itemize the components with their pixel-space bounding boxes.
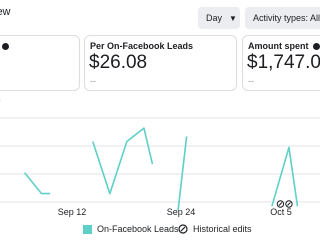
day-dropdown-label: Day xyxy=(206,13,223,23)
legend-label: Historical edits xyxy=(193,224,252,234)
chart-axis-fragment: s xyxy=(0,94,1,104)
series-line-segment xyxy=(23,172,51,195)
metric-delta: -- xyxy=(248,76,254,86)
metric-card-left xyxy=(0,35,80,91)
page-title: iew xyxy=(0,6,11,18)
line-chart: Sep 12 Sep 24 Oct 5 xyxy=(0,117,320,217)
chevron-down-icon: ▼ xyxy=(229,13,237,23)
metric-label: Per On-Facebook Leads xyxy=(90,41,193,51)
activity-types-label: Activity types: All xyxy=(253,13,320,23)
metric-delta: -- xyxy=(90,76,96,86)
legend-label: On-Facebook Leads xyxy=(97,224,179,234)
info-icon[interactable] xyxy=(2,43,9,50)
legend-item-leads[interactable]: On-Facebook Leads xyxy=(83,224,179,234)
metric-label-text: Amount spent xyxy=(248,41,309,51)
legend-swatch xyxy=(83,224,92,234)
metric-value: $1,747.06 xyxy=(247,52,320,73)
metric-value: $26.08 xyxy=(89,52,148,73)
metric-card-amount-spent: Amount spent $1,747.06 -- xyxy=(242,35,320,91)
day-dropdown[interactable]: Day ▼ xyxy=(198,7,240,29)
x-tick-label: Sep 24 xyxy=(167,207,196,217)
series-line-segment xyxy=(92,127,154,195)
x-tick-label: Oct 5 xyxy=(270,207,292,217)
info-icon[interactable] xyxy=(313,43,320,50)
series-line-segment xyxy=(177,136,188,211)
metric-label: Amount spent xyxy=(248,41,320,51)
series-line-segment xyxy=(271,146,299,207)
activity-types-dropdown[interactable]: Activity types: All ▼ xyxy=(245,7,320,29)
metric-label-text: Per On-Facebook Leads xyxy=(90,41,194,51)
x-tick-label: Sep 12 xyxy=(58,207,87,217)
legend-item-historical-edits[interactable]: Historical edits xyxy=(178,224,252,234)
historical-edits-icon xyxy=(178,224,188,234)
metric-card-per-leads: Per On-Facebook Leads $26.08 -- xyxy=(84,35,237,91)
